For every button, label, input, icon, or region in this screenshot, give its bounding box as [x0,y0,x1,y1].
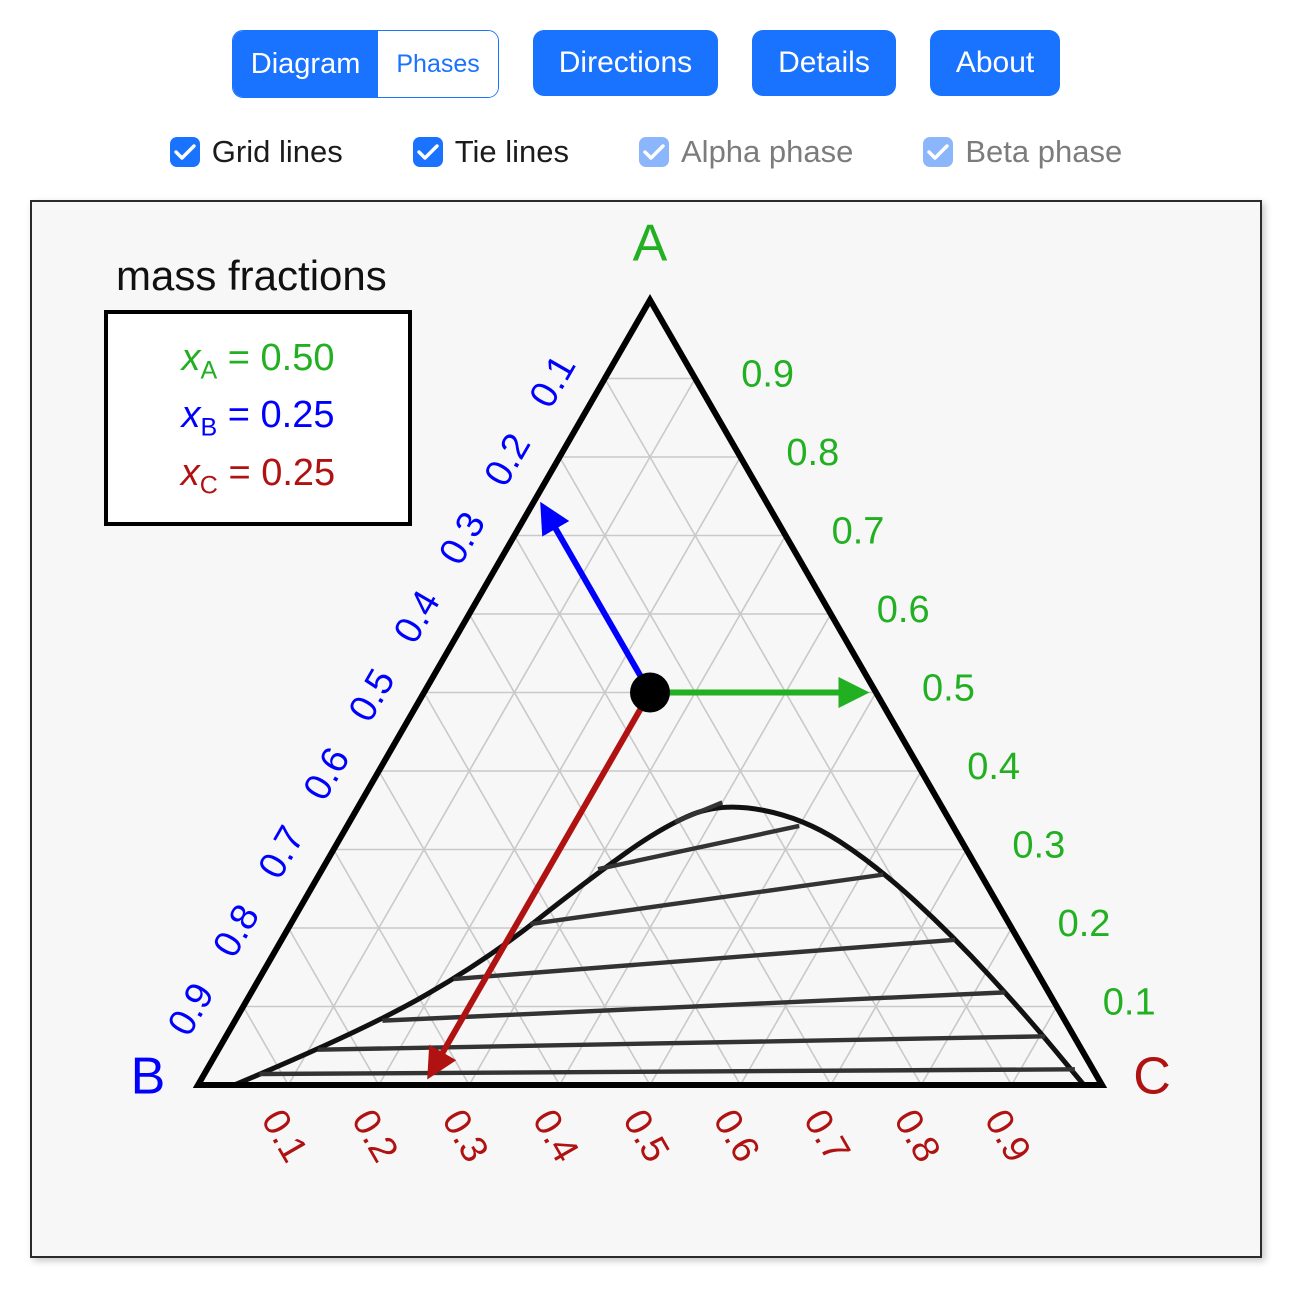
axis-tick-label: 0.6 [705,1103,768,1170]
axis-tick-label: 0.4 [967,746,1020,788]
axis-tick-label: 0.4 [524,1103,587,1170]
checkbox-beta-phase: Beta phase [923,136,1122,167]
axis-tick-label: 0.5 [922,668,975,710]
directions-button[interactable]: Directions [532,30,719,96]
display-options: Grid lines Tie lines Alpha phase Beta ph… [0,136,1292,167]
composition-arrows [427,501,870,1080]
checkmark-icon [169,136,200,167]
checkbox-label: Alpha phase [681,134,854,169]
symbol-xc: xC [180,451,218,500]
toolbar: Diagram Phases Directions Details About [0,30,1292,110]
equals-a: = [217,337,261,380]
axis-tick-label: 0.4 [386,584,449,651]
subscript-c: C [199,471,218,500]
checkbox-label: Beta phase [965,134,1123,169]
axis-tick-label: 0.2 [1058,903,1111,945]
axis-tick-label: 0.9 [160,976,223,1043]
legend-row-b: xB = 0.25 [181,390,334,445]
axis-tick-label: 0.8 [205,898,268,965]
axis-tick-label: 0.7 [832,511,885,553]
value-xb: 0.25 [260,394,335,437]
legend-row-a: xA = 0.50 [181,333,334,388]
axis-tick-label: 0.6 [877,589,930,631]
checkmark-icon [639,136,669,167]
corner-label-b: B [131,1048,166,1106]
equals-c: = [217,451,262,494]
view-mode-segmented-control[interactable]: Diagram Phases [231,30,499,98]
equals-b: = [217,394,261,437]
axis-tick-label: 0.7 [795,1103,858,1170]
value-xa: 0.50 [260,337,335,380]
axis-tick-label: 0.9 [741,354,794,396]
checkbox-label: Grid lines [211,134,343,169]
legend-row-c: xC = 0.25 [181,448,335,503]
symbol-xb: xB [181,394,218,442]
ternary-diagram-panel: 0.1 0.2 0.3 0.4 0.5 0.6 0.7 0.8 0.9 0.1 0.2 0.3 0.4 0… [30,200,1262,1258]
axis-tick-label: 0.6 [296,741,359,808]
axis-tick-label: 0.3 [431,505,494,572]
tie-lines [259,800,1075,1077]
checkmark-icon [412,136,443,167]
segment-phases[interactable]: Phases [378,31,498,97]
about-button[interactable]: About [929,30,1061,96]
axis-tick-label: 0.2 [343,1103,406,1170]
axis-tick-label: 0.9 [976,1103,1039,1170]
axis-tick-label: 0.2 [477,427,540,494]
axis-tick-label: 0.8 [886,1103,949,1170]
composition-point-marker[interactable] [630,672,670,713]
legend-title: mass fractions [116,252,387,299]
axis-tick-label: 0.5 [614,1103,677,1170]
checkmark-icon [923,136,954,167]
axis-tick-label: 0.3 [434,1103,497,1170]
subscript-a: A [200,356,218,385]
axis-tick-label: 0.8 [786,432,839,474]
app-root: Diagram Phases Directions Details About … [0,0,1292,1293]
symbol-xa: xA [181,337,218,385]
axis-tick-label: 0.1 [522,348,585,415]
mass-fractions-box: xA = 0.50 xB = 0.25 xC = 0.25 [104,310,412,526]
subscript-b: B [200,414,218,442]
axis-tick-label: 0.1 [1103,982,1156,1024]
checkbox-grid-lines[interactable]: Grid lines [169,134,343,169]
checkbox-alpha-phase: Alpha phase [639,136,853,167]
axis-tick-label: 0.1 [253,1103,316,1170]
checkbox-tie-lines[interactable]: Tie lines [412,134,569,169]
corner-label-a: A [633,215,668,273]
axis-tick-label: 0.3 [1012,825,1065,867]
segment-diagram[interactable]: Diagram [232,31,379,97]
axis-tick-label: 0.7 [251,819,314,886]
checkbox-label: Tie lines [454,134,569,169]
value-xc: 0.25 [261,451,336,494]
details-button[interactable]: Details [752,30,896,96]
corner-label-c: C [1133,1048,1171,1106]
axis-tick-label: 0.5 [341,662,404,729]
